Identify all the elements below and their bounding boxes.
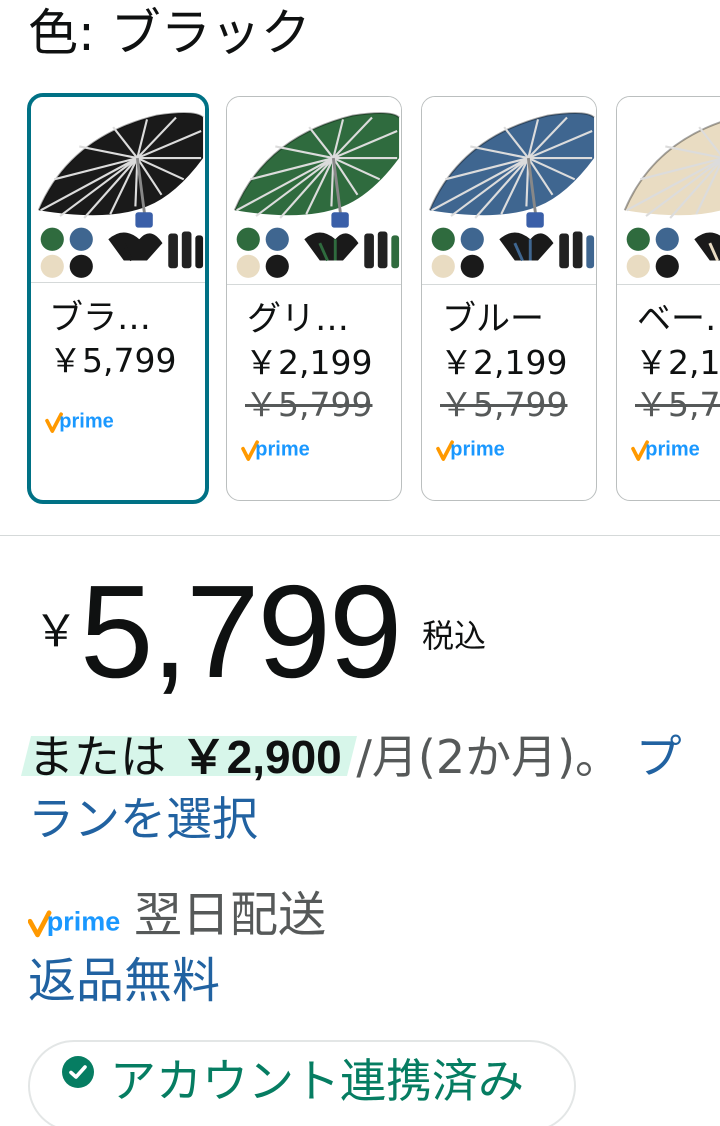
svg-text:prime: prime: [47, 906, 121, 936]
swatch-price: ￥2,199: [440, 343, 568, 382]
svg-text:prime: prime: [645, 439, 699, 461]
swatch-list-price: ￥5,799: [635, 385, 720, 424]
color-swatch-carousel[interactable]: ブラ… ￥5,799 prime グリ… ￥2,199 ￥5,799 prime…: [0, 92, 720, 506]
swatch-black[interactable]: ブラ… ￥5,799 prime: [27, 93, 209, 504]
swatch-beige[interactable]: ベー… ￥2,199 ￥5,799 prime: [616, 96, 720, 501]
prime-badge: prime: [241, 437, 331, 467]
umbrella-thumbnail: [617, 97, 720, 285]
umbrella-thumbnail: [31, 97, 205, 283]
account-linked-button[interactable]: アカウント連携済み: [28, 1040, 576, 1126]
svg-text:prime: prime: [255, 439, 309, 461]
swatch-name: ベー…: [637, 299, 720, 339]
delivery-text: 翌日配送: [134, 887, 327, 943]
swatch-blue[interactable]: ブルー ￥2,199 ￥5,799 prime: [421, 96, 597, 501]
swatch-price: ￥5,799: [49, 341, 177, 380]
swatch-green[interactable]: グリ… ￥2,199 ￥5,799 prime: [226, 96, 402, 501]
prime-badge: prime: [436, 437, 526, 467]
installment-prefix: または: [28, 730, 166, 784]
swatch-price: ￥2,199: [245, 343, 373, 382]
swatch-name: ブラ…: [49, 298, 151, 338]
prime-badge: prime: [45, 409, 135, 439]
prime-badge: prime: [631, 437, 720, 467]
installment-suffix: /月(2か月)。: [356, 730, 622, 784]
swatch-name: グリ…: [247, 299, 349, 339]
free-returns-link[interactable]: 返品無料: [28, 950, 220, 1012]
installment-amount: ￥2,900: [180, 731, 342, 783]
umbrella-thumbnail: [227, 97, 401, 285]
swatch-price: ￥2,199: [635, 343, 720, 382]
section-divider: [0, 535, 720, 536]
price-amount: 5,799: [80, 558, 402, 705]
umbrella-thumbnail: [422, 97, 596, 285]
swatch-list-price: ￥5,799: [440, 385, 568, 424]
swatch-name: ブルー: [442, 299, 544, 339]
account-linked-text: アカウント連携済み: [110, 1054, 524, 1108]
installment-highlight: または ￥2,900: [28, 730, 342, 784]
tax-note: 税込: [422, 617, 487, 655]
swatch-list-price: ￥5,799: [245, 385, 373, 424]
prime-badge: prime: [27, 906, 132, 944]
svg-text:prime: prime: [59, 411, 113, 433]
check-circle-icon: [62, 1056, 94, 1088]
installment-offer: または ￥2,900 /月(2か月)。 プランを選択: [28, 726, 708, 850]
color-selection-label: 色: ブラック: [28, 4, 311, 62]
currency-symbol: ￥: [34, 606, 78, 657]
svg-text:prime: prime: [450, 439, 504, 461]
